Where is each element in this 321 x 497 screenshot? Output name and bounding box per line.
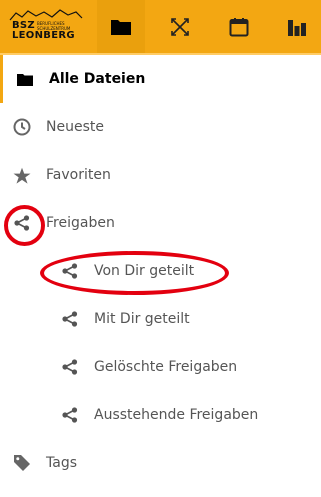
folder-icon bbox=[111, 19, 131, 35]
nav-item-label: Favoriten bbox=[46, 167, 111, 183]
nav-item-shared-with-you[interactable]: Mit Dir geteilt bbox=[0, 295, 321, 343]
dashboard-icon bbox=[288, 19, 306, 36]
nav-item-recent[interactable]: Neueste bbox=[0, 103, 321, 151]
nav-item-label: Alle Dateien bbox=[49, 71, 146, 87]
nav-item-label: Ausstehende Freigaben bbox=[94, 407, 259, 423]
nav-item-label: Tags bbox=[46, 455, 77, 471]
nav-item-deleted-shares[interactable]: Gelöschte Freigaben bbox=[0, 343, 321, 391]
logo-tagline: BERUFLICHES SCHULZENTRUM bbox=[37, 21, 71, 31]
nav-item-pending-shares[interactable]: Ausstehende Freigaben bbox=[0, 391, 321, 439]
folder-icon bbox=[13, 67, 37, 91]
nav-item-favorites[interactable]: Favoriten bbox=[0, 151, 321, 199]
app-files-button[interactable] bbox=[97, 0, 145, 53]
nav-item-label: Neueste bbox=[46, 119, 104, 135]
tag-icon bbox=[10, 451, 34, 475]
highlight-ring-share-icon bbox=[4, 205, 45, 246]
highlight-ring-shared-by-you bbox=[40, 251, 229, 295]
calendar-icon bbox=[229, 17, 249, 36]
nav-item-shares[interactable]: Freigaben bbox=[0, 199, 321, 247]
clock-icon bbox=[10, 115, 34, 139]
transfer-icon bbox=[171, 17, 189, 36]
nav-item-label: Gelöschte Freigaben bbox=[94, 359, 238, 375]
star-icon bbox=[10, 163, 34, 187]
share-icon bbox=[58, 403, 82, 427]
nav-item-tags[interactable]: Tags bbox=[0, 439, 321, 487]
nav-item-label: Freigaben bbox=[46, 215, 115, 231]
bsz-leonberg-logo[interactable]: BSZ LEONBERG BERUFLICHES SCHULZENTRUM bbox=[6, 8, 86, 46]
share-icon bbox=[58, 307, 82, 331]
share-icon bbox=[58, 355, 82, 379]
nav-item-label: Mit Dir geteilt bbox=[94, 311, 190, 327]
app-calendar-button[interactable] bbox=[215, 0, 263, 53]
app-transfer-button[interactable] bbox=[156, 0, 204, 53]
app-header: BSZ LEONBERG BERUFLICHES SCHULZENTRUM bbox=[0, 0, 321, 55]
nav-item-all-files[interactable]: Alle Dateien bbox=[0, 55, 321, 103]
app-dashboard-button[interactable] bbox=[273, 0, 321, 53]
